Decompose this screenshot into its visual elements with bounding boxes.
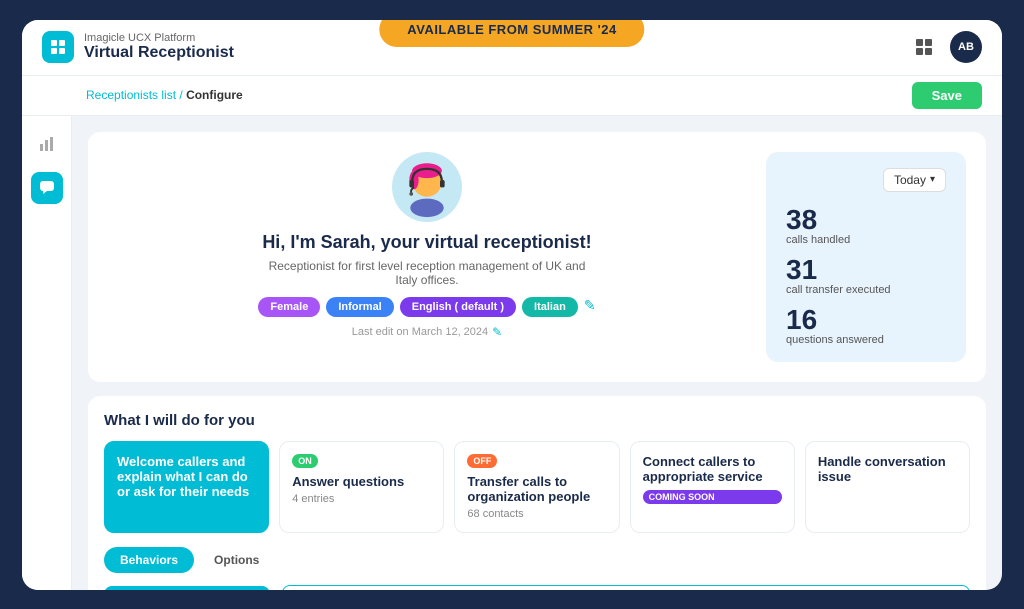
sidebar-item-chat[interactable] xyxy=(31,172,63,204)
breadcrumb-current: Configure xyxy=(186,88,243,102)
header-right: AB xyxy=(910,31,982,63)
app-title: Virtual Receptionist xyxy=(84,44,234,62)
profile-info: Hi, I'm Sarah, your virtual receptionist… xyxy=(108,152,746,339)
tabs-row: Behaviors Options xyxy=(104,547,970,573)
save-button[interactable]: Save xyxy=(912,82,982,109)
action-transfer-header: OFF xyxy=(467,454,606,468)
header-titles: Imagicle UCX Platform Virtual Receptioni… xyxy=(84,32,234,62)
stats-panel: Today ▾ 38 calls handled 31 call transfe… xyxy=(766,152,966,362)
user-avatar[interactable]: AB xyxy=(950,31,982,63)
app-container: AVAILABLE FROM SUMMER '24 Imagicle UCX P… xyxy=(22,20,1002,590)
stat-label-2: questions answered xyxy=(786,334,946,346)
action-transfer-sublabel: 68 contacts xyxy=(467,508,606,520)
last-edit-icon[interactable]: ✎ xyxy=(492,325,502,339)
stat-label-1: call transfer executed xyxy=(786,284,946,296)
avatar-container xyxy=(392,152,462,222)
stat-number-0: 38 xyxy=(786,206,946,234)
answer-input[interactable] xyxy=(282,585,970,590)
content-area: Hi, I'm Sarah, your virtual receptionist… xyxy=(72,116,1002,590)
action-handle-label: Handle conversation issue xyxy=(818,454,957,484)
action-handle-conversation[interactable]: Handle conversation issue xyxy=(805,441,970,533)
sidebar xyxy=(22,116,72,590)
platform-name: Imagicle UCX Platform xyxy=(84,32,234,44)
answer-row: Answering a call, I'll say xyxy=(104,585,970,590)
sidebar-item-chart[interactable] xyxy=(31,128,63,160)
tab-options[interactable]: Options xyxy=(198,547,275,573)
profile-tags: Female Informal English ( default ) Ital… xyxy=(258,297,595,317)
stat-number-2: 16 xyxy=(786,306,946,334)
tags-edit-icon[interactable]: ✎ xyxy=(584,297,596,317)
toggle-off-badge: OFF xyxy=(467,454,497,468)
tab-behaviors[interactable]: Behaviors xyxy=(104,547,194,573)
header-left: Imagicle UCX Platform Virtual Receptioni… xyxy=(42,31,234,63)
tag-informal[interactable]: Informal xyxy=(326,297,393,317)
action-welcome-label: Welcome callers and explain what I can d… xyxy=(117,454,256,499)
stat-questions-answered: 16 questions answered xyxy=(786,306,946,346)
dropdown-label: Today xyxy=(894,173,926,187)
banner-text: AVAILABLE FROM SUMMER '24 xyxy=(407,22,616,37)
action-connect-label: Connect callers to appropriate service xyxy=(643,454,782,484)
tag-italian[interactable]: Italian xyxy=(522,297,578,317)
actions-grid: Welcome callers and explain what I can d… xyxy=(104,441,970,533)
breadcrumb: Receptionists list / Configure xyxy=(86,88,243,102)
action-transfer-label: Transfer calls to organization people xyxy=(467,474,606,504)
actions-card: What I will do for you Welcome callers a… xyxy=(88,396,986,590)
stat-number-1: 31 xyxy=(786,256,946,284)
last-edit: Last edit on March 12, 2024 ✎ xyxy=(352,325,502,339)
logo-icon xyxy=(42,31,74,63)
grid-icon[interactable] xyxy=(910,33,938,61)
breadcrumb-bar: Receptionists list / Configure Save xyxy=(22,76,1002,116)
breadcrumb-list[interactable]: Receptionists list xyxy=(86,88,176,102)
main-content: Hi, I'm Sarah, your virtual receptionist… xyxy=(22,116,1002,590)
tag-english[interactable]: English ( default ) xyxy=(400,297,516,317)
available-banner: AVAILABLE FROM SUMMER '24 xyxy=(379,20,644,47)
coming-soon-badge: COMING SOON xyxy=(643,490,782,504)
toggle-on-badge: ON xyxy=(292,454,318,468)
stats-header: Today ▾ xyxy=(786,168,946,192)
chevron-down-icon: ▾ xyxy=(930,174,935,185)
action-answer-questions[interactable]: ON Answer questions 4 entries xyxy=(279,441,444,533)
actions-title: What I will do for you xyxy=(104,412,970,429)
stat-call-transfer: 31 call transfer executed xyxy=(786,256,946,296)
today-dropdown[interactable]: Today ▾ xyxy=(883,168,946,192)
action-answer-label: Answer questions xyxy=(292,474,431,489)
stat-label-0: calls handled xyxy=(786,234,946,246)
answering-call-button[interactable]: Answering a call, I'll say xyxy=(104,586,270,590)
profile-greeting: Hi, I'm Sarah, your virtual receptionist… xyxy=(262,232,591,253)
stat-calls-handled: 38 calls handled xyxy=(786,206,946,246)
profile-card: Hi, I'm Sarah, your virtual receptionist… xyxy=(88,132,986,382)
last-edit-text: Last edit on March 12, 2024 xyxy=(352,326,488,338)
action-answer-header: ON xyxy=(292,454,431,468)
action-answer-sublabel: 4 entries xyxy=(292,493,431,505)
action-transfer-calls[interactable]: OFF Transfer calls to organization peopl… xyxy=(454,441,619,533)
action-connect-callers[interactable]: Connect callers to appropriate service C… xyxy=(630,441,795,533)
action-welcome[interactable]: Welcome callers and explain what I can d… xyxy=(104,441,269,533)
profile-description: Receptionist for first level reception m… xyxy=(257,259,597,287)
tag-female[interactable]: Female xyxy=(258,297,320,317)
